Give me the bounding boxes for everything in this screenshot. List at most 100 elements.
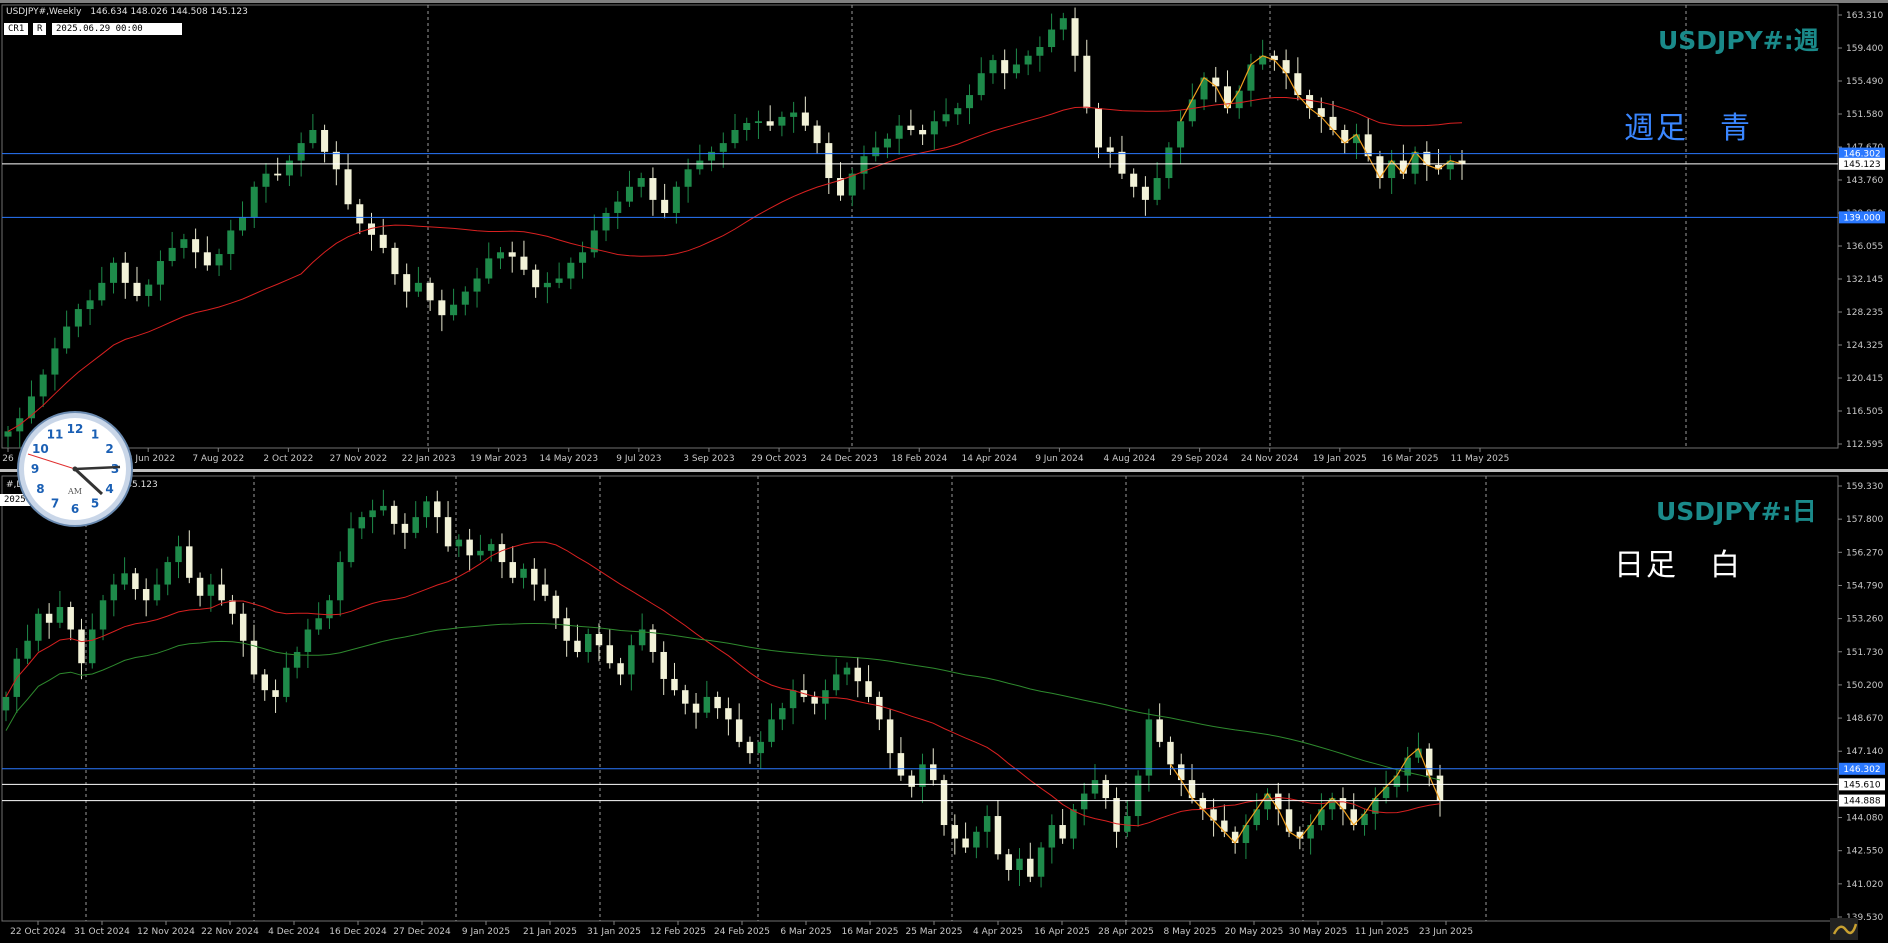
weekly-chart-pane[interactable]: 163.310159.400155.490151.580147.670143.7… [0, 0, 1888, 469]
candle-body [1070, 809, 1077, 839]
price-tick-label: 147.140 [1846, 747, 1883, 757]
candle-body [401, 523, 409, 533]
candle-body [423, 501, 430, 518]
candle-body [207, 584, 215, 596]
price-level-label: 146.302 [1843, 765, 1880, 775]
plot-frame [1, 475, 1839, 922]
clock-numeral: 12 [67, 422, 84, 436]
price-tick-label: 163.310 [1846, 11, 1883, 21]
candle-body [196, 577, 204, 596]
candle-body [746, 741, 754, 754]
price-tick-label: 144.080 [1846, 814, 1883, 824]
candle-body [1071, 18, 1079, 56]
candle-body [567, 262, 575, 279]
candle-body [461, 291, 469, 305]
candle-body [1106, 147, 1114, 152]
price-tick-label: 150.200 [1846, 681, 1883, 691]
candle-body [779, 708, 786, 720]
date-tick-label: 12 Feb 2025 [650, 927, 706, 937]
candle-body [555, 278, 563, 283]
candle-body [132, 573, 139, 590]
candle-body [180, 239, 188, 248]
plot-frame [1, 4, 1839, 449]
candle-body [450, 304, 458, 316]
date-tick-label: 27 Nov 2022 [330, 454, 388, 464]
candle-body [412, 517, 419, 533]
clock-numeral: 1 [91, 427, 99, 441]
candle-body [719, 143, 727, 152]
candle-body [1364, 134, 1372, 157]
candle-body [907, 125, 915, 130]
candle-body [89, 629, 96, 664]
candle-body [541, 584, 549, 596]
candle-body [1005, 854, 1012, 870]
date-tick-label: 19 Mar 2023 [470, 454, 527, 464]
date-tick-label: 18 Feb 2024 [891, 454, 947, 464]
candle-body [403, 274, 411, 292]
candle-body [1048, 825, 1056, 848]
cr-button[interactable]: CR1 [4, 23, 29, 35]
candle-body [757, 741, 764, 754]
price-tick-label: 132.145 [1846, 275, 1883, 285]
candle-body [45, 613, 53, 623]
date-tick-label: 24 Nov 2024 [1241, 454, 1299, 464]
candle-body [532, 269, 540, 288]
price-tick-label: 159.330 [1846, 482, 1883, 492]
clock-numeral: 10 [32, 442, 49, 456]
r-button[interactable]: R [33, 23, 47, 35]
date-tick-label: 16 Apr 2025 [1034, 927, 1090, 937]
candle-body [156, 261, 164, 285]
clock-ampm: AM [67, 487, 82, 496]
candle-body [766, 121, 774, 126]
candle-body [1156, 719, 1163, 742]
candle-body [628, 645, 635, 675]
candle-body [51, 348, 59, 375]
candle-body [63, 326, 71, 349]
date-tick-label: 8 May 2025 [1164, 927, 1217, 937]
clock-numeral: 11 [47, 427, 64, 441]
candle-body [531, 568, 538, 585]
candle-body [1091, 780, 1099, 794]
candle-body [2, 696, 10, 711]
candle-body [801, 112, 809, 126]
candle-body [1134, 775, 1142, 817]
candle-body [552, 595, 560, 619]
candle-body [825, 143, 833, 179]
candle-body [309, 129, 317, 144]
weekly-symbol-text: USDJPY#,Weekly [6, 7, 82, 17]
candle-body [414, 282, 422, 292]
candle-body [477, 550, 484, 556]
candle-body [272, 690, 279, 697]
candle-body [994, 816, 1002, 855]
candle-body [4, 431, 12, 437]
candle-body [215, 254, 223, 266]
candle-body [811, 696, 818, 704]
candle-body [496, 252, 505, 259]
candle-body [35, 613, 42, 641]
candle-body [649, 178, 657, 200]
analog-clock-icon[interactable]: 12 12 3 45678 9 1011 AM [16, 410, 134, 528]
date-tick-label: 27 Dec 2024 [393, 927, 451, 937]
daily-chart-canvas[interactable]: 159.330 157.800 156.270 154.790 153.260 151.7… [0, 472, 1888, 943]
candle-body [908, 775, 915, 787]
date-tick-label: 11 May 2025 [1451, 454, 1510, 464]
clock-center [72, 466, 78, 472]
daily-chart-pane[interactable]: 159.330 157.800 156.270 154.790 153.260 151.7… [0, 472, 1888, 943]
date-tick-label: 6 Mar 2025 [780, 927, 831, 937]
candle-body [391, 247, 399, 275]
date-tick-label: 16 Mar 2025 [1381, 454, 1438, 464]
date-tick-label: 31 Jan 2025 [587, 927, 641, 937]
candle-body [304, 629, 312, 652]
candle-body [121, 262, 129, 283]
candle-body [1027, 858, 1034, 877]
candle-body [78, 629, 85, 664]
candle-body [186, 546, 193, 578]
candle-body [99, 600, 107, 630]
candle-body [660, 651, 667, 679]
price-tick-label: 142.550 [1846, 847, 1883, 857]
candle-body [1059, 825, 1066, 839]
candle-body [326, 600, 333, 619]
candle-body [1118, 151, 1126, 174]
candle-body [145, 284, 153, 296]
weekly-chart-canvas[interactable]: 163.310159.400155.490151.580147.670143.7… [0, 3, 1888, 469]
